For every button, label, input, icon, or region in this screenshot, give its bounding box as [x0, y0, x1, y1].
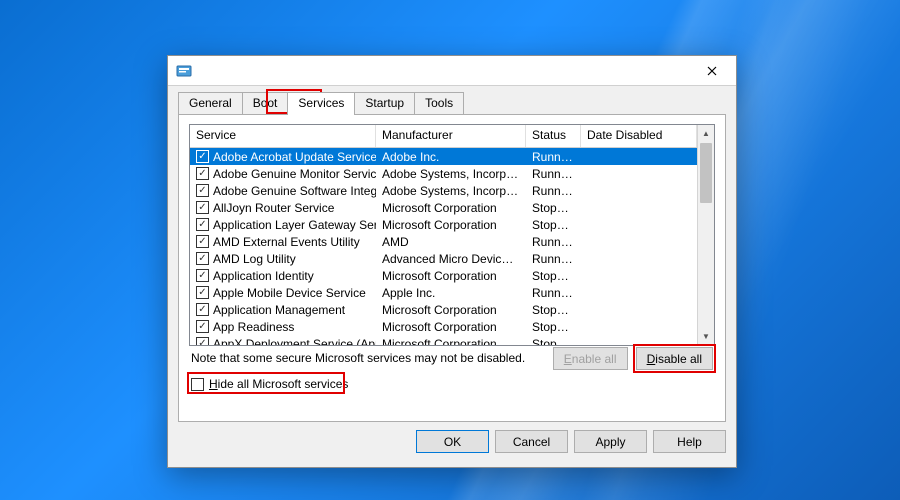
tab-general[interactable]: General: [178, 92, 243, 114]
row-checkbox[interactable]: ✓: [196, 252, 209, 265]
manufacturer: Adobe Systems, Incorpora...: [376, 167, 526, 181]
table-row[interactable]: ✓ App Readiness Microsoft CorporationStopp…: [190, 318, 697, 335]
hide-microsoft-label: Hide all Microsoft services: [209, 377, 348, 391]
service-name: App Readiness: [213, 320, 294, 334]
service-name: AMD External Events Utility: [213, 235, 360, 249]
row-checkbox[interactable]: ✓: [196, 201, 209, 214]
service-name: Application Layer Gateway Service: [213, 218, 376, 232]
row-checkbox[interactable]: ✓: [196, 303, 209, 316]
manufacturer: Adobe Inc.: [376, 150, 526, 164]
manufacturer: Microsoft Corporation: [376, 201, 526, 215]
row-checkbox[interactable]: ✓: [196, 218, 209, 231]
msconfig-dialog: General Boot Services Startup Tools Serv…: [167, 55, 737, 468]
manufacturer: AMD: [376, 235, 526, 249]
ok-button[interactable]: OK: [416, 430, 489, 453]
row-checkbox[interactable]: ✓: [196, 235, 209, 248]
service-name: Application Management: [213, 303, 345, 317]
tab-strip: General Boot Services Startup Tools: [168, 86, 736, 114]
status: Stopped: [526, 218, 581, 232]
dialog-buttons: OK Cancel Apply Help: [168, 430, 736, 463]
status: Running: [526, 184, 581, 198]
service-name: AMD Log Utility: [213, 252, 296, 266]
service-name: AllJoyn Router Service: [213, 201, 334, 215]
table-row[interactable]: ✓ Adobe Acrobat Update ServiceAdobe Inc.R…: [190, 148, 697, 165]
services-list[interactable]: Service Manufacturer Status Date Disable…: [189, 124, 715, 346]
hide-microsoft-checkbox[interactable]: [191, 378, 204, 391]
row-checkbox[interactable]: ✓: [196, 167, 209, 180]
scrollbar[interactable]: ▲ ▼: [697, 125, 714, 345]
table-row[interactable]: ✓ AMD Log Utility Advanced Micro Devices, …: [190, 250, 697, 267]
row-checkbox[interactable]: ✓: [196, 269, 209, 282]
service-name: AppX Deployment Service (AppX...: [213, 337, 376, 346]
services-panel: Service Manufacturer Status Date Disable…: [178, 114, 726, 422]
enable-all-button[interactable]: Enable all: [553, 347, 628, 370]
service-name: Adobe Genuine Monitor Service: [213, 167, 376, 181]
help-button[interactable]: Help: [653, 430, 726, 453]
status: Stopped: [526, 303, 581, 317]
table-row[interactable]: ✓ AllJoyn Router Service Microsoft Corpora…: [190, 199, 697, 216]
status: Running: [526, 286, 581, 300]
note-text: Note that some secure Microsoft services…: [191, 351, 525, 365]
status: Running: [526, 150, 581, 164]
column-service[interactable]: Service: [190, 125, 376, 147]
service-name: Adobe Acrobat Update Service: [213, 150, 376, 164]
service-name: Adobe Genuine Software Integri...: [213, 184, 376, 198]
service-name: Application Identity: [213, 269, 314, 283]
table-row[interactable]: ✓ Application Layer Gateway ServiceMicros…: [190, 216, 697, 233]
service-name: Apple Mobile Device Service: [213, 286, 366, 300]
status: Stopped: [526, 269, 581, 283]
status: Stopped: [526, 201, 581, 215]
apply-button[interactable]: Apply: [574, 430, 647, 453]
app-icon: [176, 63, 192, 79]
table-row[interactable]: ✓ AppX Deployment Service (AppX...Microso…: [190, 335, 697, 345]
manufacturer: Adobe Systems, Incorpora...: [376, 184, 526, 198]
table-row[interactable]: ✓ Apple Mobile Device Service Apple Inc.Ru…: [190, 284, 697, 301]
table-row[interactable]: ✓ Application Identity Microsoft Corporati…: [190, 267, 697, 284]
row-checkbox[interactable]: ✓: [196, 337, 209, 345]
scroll-down-icon[interactable]: ▼: [698, 328, 714, 345]
column-date-disabled[interactable]: Date Disabled: [581, 125, 697, 147]
status: Running: [526, 252, 581, 266]
scroll-up-icon[interactable]: ▲: [698, 125, 714, 142]
status: Stopped: [526, 337, 581, 346]
column-manufacturer[interactable]: Manufacturer: [376, 125, 526, 147]
table-row[interactable]: ✓ Application Management Microsoft Corpora…: [190, 301, 697, 318]
manufacturer: Microsoft Corporation: [376, 320, 526, 334]
row-checkbox[interactable]: ✓: [196, 286, 209, 299]
titlebar: [168, 56, 736, 86]
row-checkbox[interactable]: ✓: [196, 320, 209, 333]
row-checkbox[interactable]: ✓: [196, 184, 209, 197]
close-button[interactable]: [692, 57, 732, 85]
table-row[interactable]: ✓ Adobe Genuine Monitor ServiceAdobe Syst…: [190, 165, 697, 182]
status: Stopped: [526, 320, 581, 334]
manufacturer: Advanced Micro Devices, I...: [376, 252, 526, 266]
manufacturer: Microsoft Corporation: [376, 303, 526, 317]
manufacturer: Apple Inc.: [376, 286, 526, 300]
manufacturer: Microsoft Corporation: [376, 269, 526, 283]
list-header: Service Manufacturer Status Date Disable…: [190, 125, 697, 148]
scroll-thumb[interactable]: [700, 143, 712, 203]
table-row[interactable]: ✓ AMD External Events Utility AMDRunning: [190, 233, 697, 250]
manufacturer: Microsoft Corporation: [376, 337, 526, 346]
disable-all-button[interactable]: Disable all: [636, 347, 713, 370]
tab-startup[interactable]: Startup: [354, 92, 415, 114]
tab-services[interactable]: Services: [287, 92, 355, 115]
manufacturer: Microsoft Corporation: [376, 218, 526, 232]
table-row[interactable]: ✓ Adobe Genuine Software Integri...Adobe …: [190, 182, 697, 199]
row-checkbox[interactable]: ✓: [196, 150, 209, 163]
tab-tools[interactable]: Tools: [414, 92, 464, 114]
close-icon: [707, 66, 717, 76]
column-status[interactable]: Status: [526, 125, 581, 147]
tab-boot[interactable]: Boot: [242, 92, 289, 114]
cancel-button[interactable]: Cancel: [495, 430, 568, 453]
status: Running: [526, 167, 581, 181]
status: Running: [526, 235, 581, 249]
